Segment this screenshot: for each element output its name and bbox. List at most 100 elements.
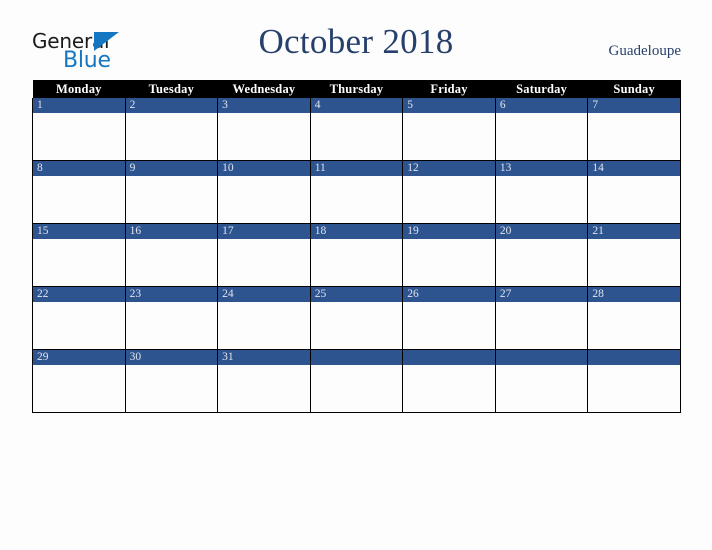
calendar-day-cell[interactable]: 15 xyxy=(32,223,126,287)
day-events-area[interactable] xyxy=(218,302,310,349)
calendar-day-cell[interactable]: 5 xyxy=(402,98,496,161)
day-events-area[interactable] xyxy=(218,239,310,286)
day-events-area[interactable] xyxy=(495,365,588,412)
day-events-area[interactable] xyxy=(218,365,310,412)
calendar-day-cell[interactable]: 18 xyxy=(309,223,404,287)
day-number: 25 xyxy=(310,287,403,302)
day-events-area[interactable] xyxy=(495,302,588,349)
calendar-day-cell-empty[interactable] xyxy=(402,349,496,413)
day-events-area[interactable] xyxy=(33,176,125,223)
calendar-day-cell[interactable]: 12 xyxy=(402,160,496,224)
day-events-area[interactable] xyxy=(33,302,125,349)
calendar-day-cell[interactable]: 4 xyxy=(309,98,404,161)
calendar-day-cell[interactable]: 22 xyxy=(32,286,126,350)
calendar-week-row: 8 9 10 11 12 13 14 xyxy=(32,160,681,224)
calendar-day-cell[interactable]: 13 xyxy=(494,160,589,224)
day-events-area[interactable] xyxy=(588,302,680,349)
day-events-area[interactable] xyxy=(125,176,218,223)
day-number: 21 xyxy=(588,224,680,239)
day-events-area[interactable] xyxy=(125,365,218,412)
calendar-week-row: 1 2 3 4 5 6 7 xyxy=(32,98,681,161)
calendar-week-row: 22 23 24 25 26 27 28 xyxy=(32,286,681,350)
day-number: 1 xyxy=(33,98,125,113)
calendar-day-cell[interactable]: 26 xyxy=(402,286,496,350)
calendar-day-cell[interactable]: 19 xyxy=(402,223,496,287)
day-events-area[interactable] xyxy=(495,176,588,223)
day-number: 18 xyxy=(310,224,403,239)
day-events-area[interactable] xyxy=(218,176,310,223)
day-events-area[interactable] xyxy=(495,113,588,160)
calendar-day-cell[interactable]: 16 xyxy=(124,223,219,287)
calendar-day-cell[interactable]: 9 xyxy=(124,160,219,224)
weekday-header-monday: Monday xyxy=(32,80,126,98)
day-events-area[interactable] xyxy=(495,239,588,286)
weekday-header-saturday: Saturday xyxy=(495,80,588,98)
calendar-day-cell[interactable]: 3 xyxy=(217,98,311,161)
calendar-week-row: 15 16 17 18 19 20 21 xyxy=(32,223,681,287)
calendar-day-cell[interactable]: 6 xyxy=(494,98,589,161)
day-number xyxy=(495,350,588,365)
day-events-area[interactable] xyxy=(588,113,680,160)
day-events-area[interactable] xyxy=(403,302,495,349)
calendar-day-cell[interactable]: 25 xyxy=(309,286,404,350)
calendar-weekday-header-row: Monday Tuesday Wednesday Thursday Friday… xyxy=(32,80,681,98)
day-events-area[interactable] xyxy=(33,239,125,286)
calendar-day-cell[interactable]: 20 xyxy=(494,223,589,287)
day-events-area[interactable] xyxy=(310,302,403,349)
day-events-area[interactable] xyxy=(403,239,495,286)
day-events-area[interactable] xyxy=(125,302,218,349)
day-events-area[interactable] xyxy=(125,239,218,286)
calendar-day-cell[interactable]: 11 xyxy=(309,160,404,224)
calendar-day-cell[interactable]: 21 xyxy=(587,223,681,287)
day-number: 28 xyxy=(588,287,680,302)
calendar-day-cell[interactable]: 30 xyxy=(124,349,219,413)
calendar-day-cell[interactable]: 10 xyxy=(217,160,311,224)
calendar-grid: Monday Tuesday Wednesday Thursday Friday… xyxy=(32,80,681,413)
weekday-header-thursday: Thursday xyxy=(310,80,403,98)
day-events-area[interactable] xyxy=(588,239,680,286)
day-number: 16 xyxy=(125,224,218,239)
day-events-area[interactable] xyxy=(403,176,495,223)
day-number xyxy=(588,350,680,365)
day-events-area[interactable] xyxy=(403,113,495,160)
calendar-day-cell[interactable]: 29 xyxy=(32,349,126,413)
calendar-day-cell[interactable]: 2 xyxy=(124,98,219,161)
day-number: 19 xyxy=(403,224,495,239)
calendar-day-cell[interactable]: 31 xyxy=(217,349,311,413)
day-events-area[interactable] xyxy=(33,365,125,412)
calendar-day-cell-empty[interactable] xyxy=(587,349,681,413)
calendar-day-cell[interactable]: 17 xyxy=(217,223,311,287)
day-events-area[interactable] xyxy=(310,365,403,412)
day-events-area[interactable] xyxy=(218,113,310,160)
weekday-header-tuesday: Tuesday xyxy=(125,80,218,98)
day-number: 11 xyxy=(310,161,403,176)
day-events-area[interactable] xyxy=(310,113,403,160)
day-number: 31 xyxy=(218,350,310,365)
day-events-area[interactable] xyxy=(403,365,495,412)
day-events-area[interactable] xyxy=(588,365,680,412)
day-number: 15 xyxy=(33,224,125,239)
calendar-day-cell[interactable]: 27 xyxy=(494,286,589,350)
day-number: 4 xyxy=(310,98,403,113)
day-events-area[interactable] xyxy=(310,176,403,223)
calendar-day-cell[interactable]: 1 xyxy=(32,98,126,161)
calendar-day-cell[interactable]: 23 xyxy=(124,286,219,350)
day-number: 12 xyxy=(403,161,495,176)
day-events-area[interactable] xyxy=(310,239,403,286)
calendar-day-cell[interactable]: 7 xyxy=(587,98,681,161)
calendar-day-cell-empty[interactable] xyxy=(309,349,404,413)
day-events-area[interactable] xyxy=(33,113,125,160)
calendar-day-cell[interactable]: 8 xyxy=(32,160,126,224)
day-number: 8 xyxy=(33,161,125,176)
day-number: 2 xyxy=(125,98,218,113)
day-number: 3 xyxy=(218,98,310,113)
day-number: 20 xyxy=(495,224,588,239)
day-number: 13 xyxy=(495,161,588,176)
day-events-area[interactable] xyxy=(125,113,218,160)
calendar-day-cell[interactable]: 14 xyxy=(587,160,681,224)
calendar-day-cell[interactable]: 24 xyxy=(217,286,311,350)
day-events-area[interactable] xyxy=(588,176,680,223)
calendar-day-cell-empty[interactable] xyxy=(494,349,589,413)
weekday-header-wednesday: Wednesday xyxy=(217,80,311,98)
calendar-day-cell[interactable]: 28 xyxy=(587,286,681,350)
